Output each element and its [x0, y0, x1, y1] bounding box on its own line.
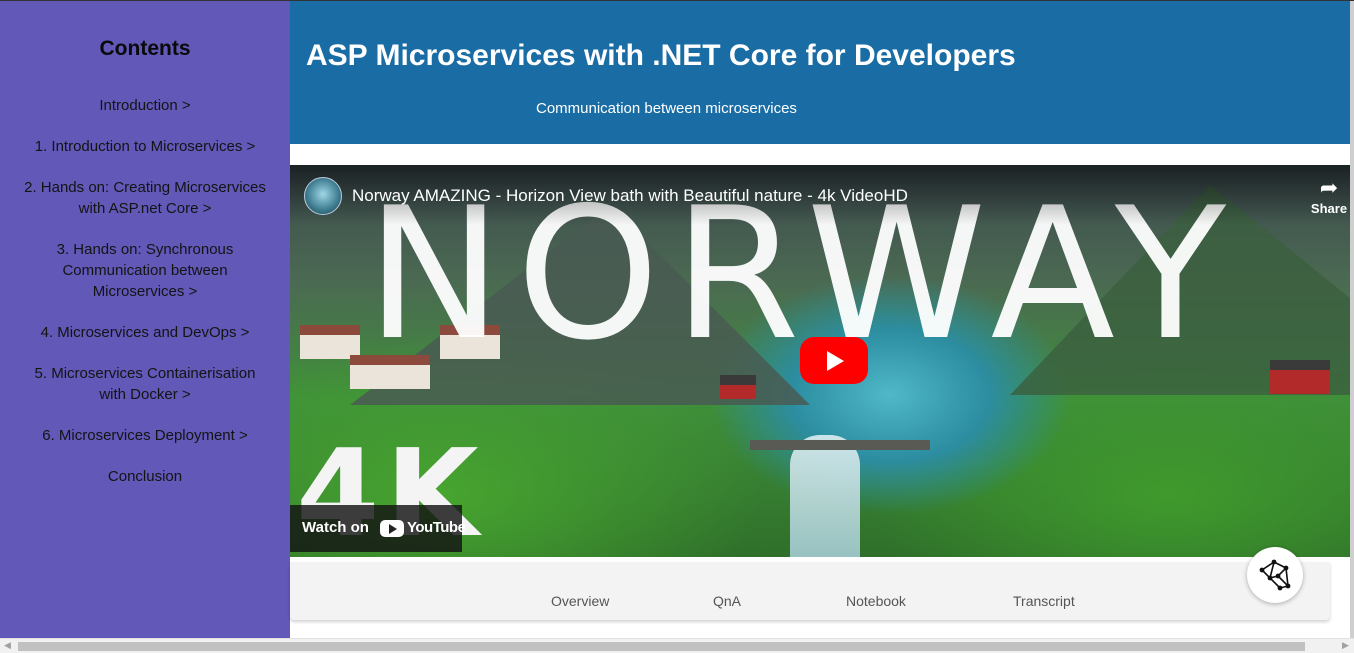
contents-list: Introduction > 1. Introduction to Micros… [0, 95, 290, 507]
horizontal-scroll-thumb[interactable] [18, 642, 1305, 651]
contents-sidebar: Contents Introduction > 1. Introduction … [0, 1, 290, 638]
video-thumbnail-house [300, 325, 360, 359]
horizontal-scrollbar[interactable]: ◀ ▶ [0, 638, 1354, 653]
scroll-right-arrow-icon[interactable]: ▶ [1342, 641, 1349, 651]
tab-notebook[interactable]: Notebook [846, 593, 906, 609]
toc-item-section-2[interactable]: 2. Hands on: Creating Microservices with… [0, 177, 290, 219]
share-icon: ➦ [1319, 176, 1339, 201]
scroll-left-arrow-icon[interactable]: ◀ [4, 641, 11, 651]
assistant-floating-button[interactable] [1247, 547, 1303, 603]
course-header: ASP Microservices with .NET Core for Dev… [290, 1, 1350, 144]
watch-on-youtube-button[interactable]: Watch on YouTube [290, 505, 466, 552]
video-thumbnail-waterfall [790, 435, 860, 557]
play-button[interactable] [800, 337, 868, 384]
course-title: ASP Microservices with .NET Core for Dev… [306, 39, 1016, 72]
youtube-video-embed[interactable]: NORWAY 4K Norway AMAZING - Horizon View … [290, 165, 1350, 557]
tab-overview[interactable]: Overview [551, 593, 609, 609]
youtube-logo: YouTube [380, 519, 466, 539]
toc-item-introduction[interactable]: Introduction > [0, 95, 290, 116]
toc-item-section-5[interactable]: 5. Microservices Containerisation with D… [0, 363, 290, 405]
network-graph-icon [1259, 559, 1291, 591]
channel-avatar[interactable] [304, 177, 342, 215]
tab-transcript[interactable]: Transcript [1013, 593, 1075, 609]
sidebar-title: Contents [99, 37, 191, 60]
video-thumbnail-house [1270, 360, 1330, 394]
toc-item-section-6[interactable]: 6. Microservices Deployment > [0, 425, 290, 446]
toc-item-section-3[interactable]: 3. Hands on: Synchronous Communication b… [0, 239, 290, 302]
watch-on-label: Watch on [302, 519, 369, 536]
share-button[interactable]: ➦ Share [1308, 176, 1350, 217]
tab-qna[interactable]: QnA [713, 593, 741, 609]
toc-item-section-1[interactable]: 1. Introduction to Microservices > [0, 136, 290, 157]
toc-item-section-4[interactable]: 4. Microservices and DevOps > [0, 322, 290, 343]
lesson-subtitle: Communication between microservices [536, 100, 797, 117]
youtube-wordmark: YouTube [407, 519, 466, 536]
video-thumbnail-bridge [750, 440, 930, 450]
youtube-play-icon [380, 520, 404, 537]
video-title-link[interactable]: Norway AMAZING - Horizon View bath with … [352, 186, 908, 206]
share-label: Share [1310, 201, 1348, 216]
lesson-tabs: Overview QnA Notebook Transcript [290, 562, 1330, 620]
toc-item-conclusion[interactable]: Conclusion [0, 466, 290, 487]
vertical-scrollbar[interactable] [1350, 1, 1354, 638]
